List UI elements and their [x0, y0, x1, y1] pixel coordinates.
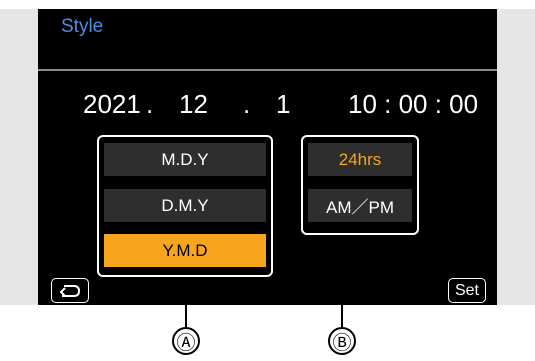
date-year: 2021 — [83, 89, 141, 119]
camera-screen: Style 2021 . 12 . 1 10 : 00 : 00 M.D.Y D… — [38, 9, 497, 305]
time-format-option-ampm[interactable]: AM／PM — [308, 189, 412, 222]
callout-a: Ⓐ — [172, 327, 200, 355]
left-side-panel — [0, 9, 38, 305]
back-button[interactable] — [51, 278, 89, 303]
return-arrow-icon — [59, 284, 81, 297]
time-value: 10 : 00 : 00 — [348, 89, 479, 119]
date-day: 1 — [276, 89, 291, 119]
date-separator: . — [243, 89, 251, 119]
header-divider — [38, 69, 497, 71]
callout-line-b — [341, 235, 343, 327]
page-title: Style — [61, 16, 104, 37]
set-button[interactable]: Set — [448, 278, 486, 303]
callout-line-a — [185, 277, 187, 327]
date-format-option-dmy[interactable]: D.M.Y — [104, 189, 266, 222]
date-month: 12 — [179, 89, 208, 119]
right-side-panel — [497, 9, 535, 305]
date-format-option-mdy[interactable]: M.D.Y — [104, 143, 266, 176]
date-separator: . — [146, 89, 154, 119]
date-format-option-ymd[interactable]: Y.M.D — [104, 234, 266, 267]
time-format-option-24hrs[interactable]: 24hrs — [308, 143, 412, 176]
callout-b: Ⓑ — [328, 327, 356, 355]
